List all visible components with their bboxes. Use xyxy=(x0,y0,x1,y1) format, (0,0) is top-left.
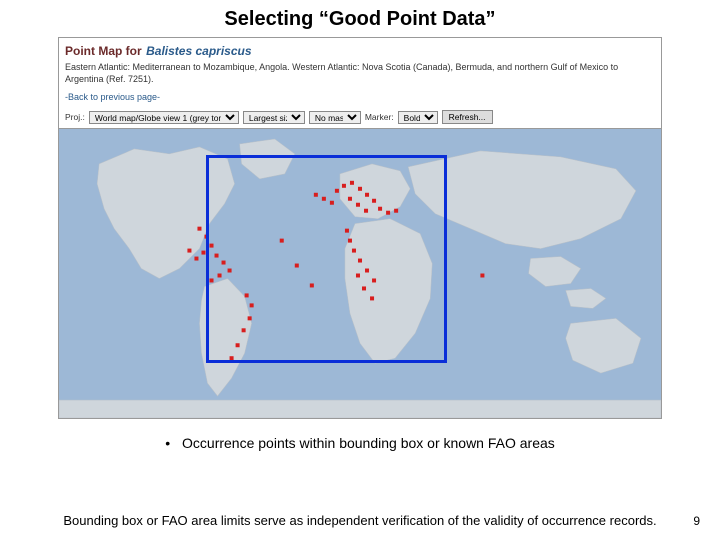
bullet-icon: • xyxy=(165,435,170,451)
bullet-line: • Occurrence points within bounding box … xyxy=(0,435,720,451)
footnote-text: Bounding box or FAO area limits serve as… xyxy=(0,513,720,528)
proj-label: Proj.: xyxy=(65,112,85,122)
page-number: 9 xyxy=(693,514,700,528)
map-header: Point Map for Balistes capriscus Eastern… xyxy=(59,38,661,107)
world-map xyxy=(59,128,661,418)
slide-title: Selecting “Good Point Data” xyxy=(0,0,720,37)
map-toolbar: Proj.: World map/Globe view 1 (grey tone… xyxy=(59,107,661,128)
projection-select[interactable]: World map/Globe view 1 (grey tones) xyxy=(89,111,239,124)
bullet-text: Occurrence points within bounding box or… xyxy=(182,435,555,451)
marker-select[interactable]: Bold xyxy=(398,111,438,124)
world-map-svg xyxy=(59,129,661,418)
size-select[interactable]: Largest size xyxy=(243,111,305,124)
back-link[interactable]: -Back to previous page- xyxy=(65,92,160,102)
species-name: Balistes capriscus xyxy=(146,44,251,58)
range-description: Eastern Atlantic: Mediterranean to Mozam… xyxy=(65,60,655,87)
point-map-line: Point Map for Balistes capriscus xyxy=(65,42,655,60)
refresh-button[interactable]: Refresh... xyxy=(442,110,493,124)
point-map-label: Point Map for xyxy=(65,44,142,58)
marker-label: Marker: xyxy=(365,112,394,122)
mask-select[interactable]: No mask xyxy=(309,111,361,124)
map-card: Point Map for Balistes capriscus Eastern… xyxy=(58,37,662,419)
